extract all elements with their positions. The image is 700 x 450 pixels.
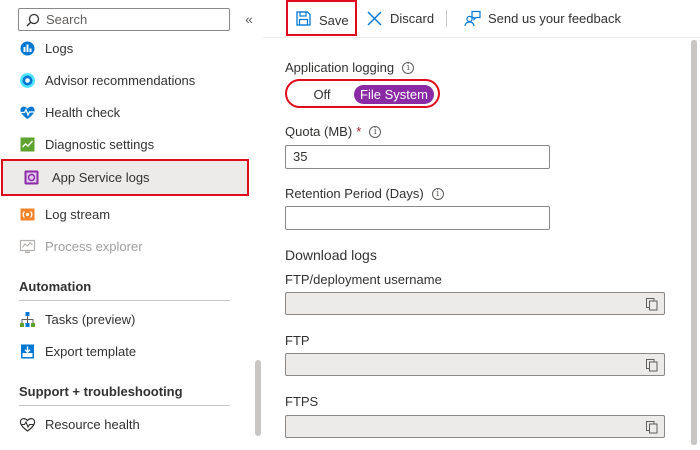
health-check-icon — [19, 104, 36, 121]
main-scrollbar-thumb[interactable] — [691, 40, 697, 445]
toggle-option-file-system[interactable]: File System — [354, 85, 434, 104]
search-icon — [26, 13, 40, 27]
search-placeholder: Search — [46, 12, 88, 27]
sidebar-item-health-check[interactable]: Health check — [0, 96, 250, 128]
main-scrollbar[interactable] — [691, 40, 697, 445]
logs-icon — [19, 40, 36, 57]
sidebar-item-tasks[interactable]: Tasks (preview) — [0, 303, 250, 335]
required-asterisk: * — [356, 124, 362, 139]
sidebar-item-logs[interactable]: Logs — [0, 32, 250, 64]
section-header-support-troubleshooting: Support + troubleshooting — [19, 384, 183, 399]
section-divider — [19, 405, 230, 406]
ftp-label: FTP — [285, 333, 310, 348]
ftp-username-field[interactable] — [285, 292, 665, 315]
log-stream-icon — [19, 206, 36, 223]
process-explorer-icon — [19, 238, 36, 255]
ftps-label: FTPS — [285, 394, 319, 409]
collapse-sidebar-button[interactable]: « — [242, 9, 256, 29]
advisor-icon — [19, 72, 36, 89]
search-input[interactable]: Search — [18, 8, 230, 31]
sidebar-item-log-stream[interactable]: Log stream — [0, 198, 250, 230]
download-logs-title: Download logs — [285, 247, 377, 263]
discard-button[interactable]: Discard — [366, 0, 434, 36]
info-icon[interactable]: i — [431, 187, 444, 200]
feedback-icon — [464, 10, 481, 27]
close-icon — [366, 10, 383, 27]
application-logging-toggle: Off File System — [285, 79, 440, 108]
section-divider — [19, 300, 230, 301]
sidebar-item-resource-health[interactable]: Resource health — [0, 408, 250, 440]
application-logging-label: Application logging i — [285, 60, 415, 75]
info-icon[interactable]: i — [402, 61, 415, 74]
copy-icon[interactable] — [645, 420, 659, 434]
toggle-option-off[interactable]: Off — [297, 85, 347, 104]
toolbar-separator — [446, 10, 447, 27]
section-header-automation: Automation — [19, 279, 92, 294]
ftp-username-label: FTP/deployment username — [285, 272, 442, 287]
quota-input[interactable]: 35 — [285, 145, 550, 169]
feedback-button[interactable]: Send us your feedback — [464, 0, 621, 36]
export-template-icon — [19, 343, 36, 360]
sidebar-item-advisor-recommendations[interactable]: Advisor recommendations — [0, 64, 250, 96]
diagnostic-settings-icon — [19, 136, 36, 153]
sidebar: Search « Logs Advisor recommendations He… — [0, 0, 263, 450]
sidebar-item-diagnostic-settings[interactable]: Diagnostic settings — [0, 128, 250, 160]
sidebar-scrollbar[interactable] — [255, 360, 261, 436]
copy-icon[interactable] — [645, 358, 659, 372]
sidebar-item-process-explorer[interactable]: Process explorer — [0, 230, 250, 262]
app-service-logs-icon — [23, 169, 40, 186]
ftp-endpoint-field[interactable] — [285, 353, 665, 376]
sidebar-item-export-template[interactable]: Export template — [0, 335, 250, 367]
app-service-logs-form: Application logging i Off File System Qu… — [263, 38, 700, 450]
command-bar: Save Discard Send us your feedback — [263, 0, 700, 38]
info-icon[interactable]: i — [369, 125, 382, 138]
tasks-icon — [19, 311, 36, 328]
save-button[interactable]: Save — [286, 0, 357, 36]
ftps-endpoint-field[interactable] — [285, 415, 665, 438]
retention-period-label: Retention Period (Days) i — [285, 186, 444, 201]
sidebar-item-app-service-logs[interactable]: App Service logs — [1, 159, 249, 196]
copy-icon[interactable] — [645, 297, 659, 311]
quota-label: Quota (MB) * i — [285, 124, 382, 139]
retention-period-input[interactable] — [285, 206, 550, 230]
resource-health-icon — [19, 416, 36, 433]
save-icon — [295, 10, 312, 27]
